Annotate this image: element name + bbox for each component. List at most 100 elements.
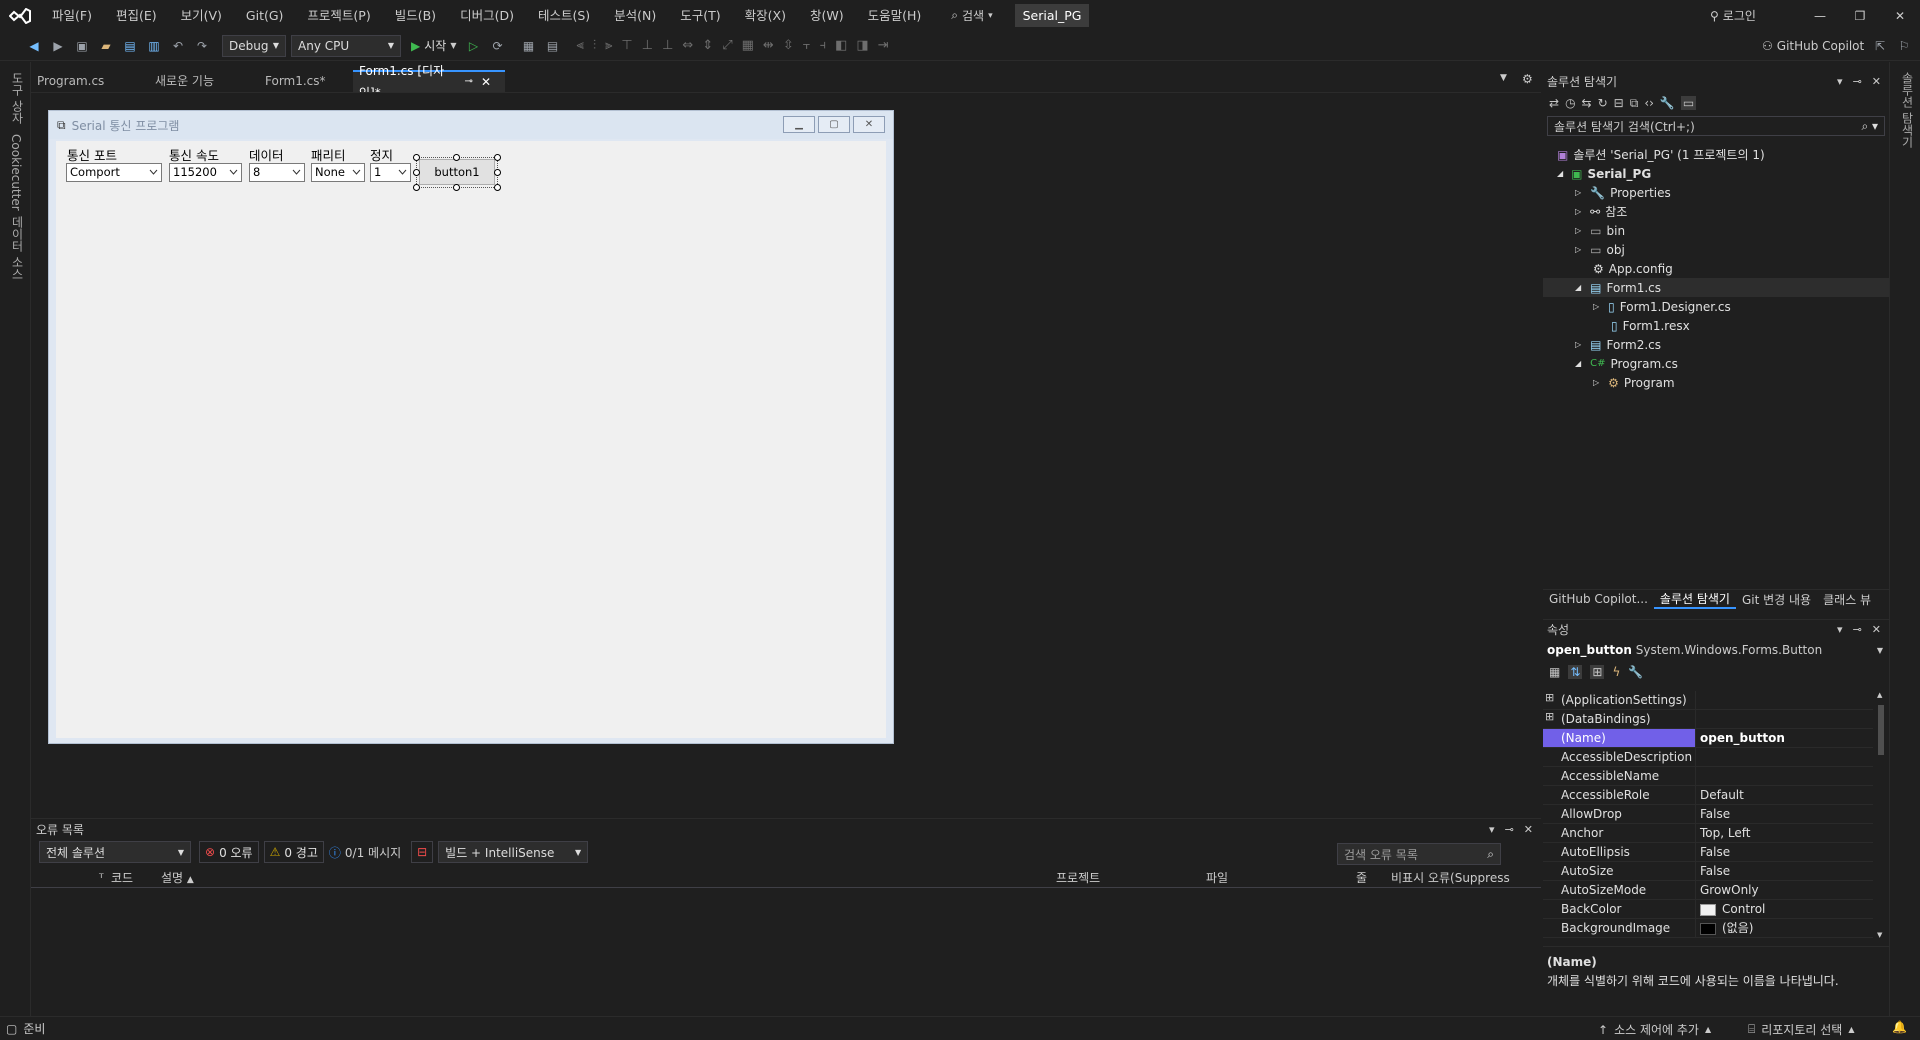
menu-git[interactable]: Git(G)	[234, 0, 296, 31]
tree-item-form1[interactable]: ◢ ▤ Form1.cs	[1543, 278, 1889, 297]
share-icon[interactable]: ⇱	[1869, 35, 1891, 57]
open-folder-icon[interactable]: ▰	[95, 35, 117, 57]
property-row[interactable]: AccessibleRole Default	[1543, 786, 1873, 805]
column-header-line[interactable]: 줄	[1356, 869, 1367, 886]
pin-icon[interactable]: ⊸	[1853, 623, 1862, 636]
view-code-icon[interactable]: ‹›	[1644, 96, 1654, 110]
property-row[interactable]: BackgroundImage (없음)	[1543, 919, 1873, 938]
winform-window[interactable]: ⧉ Serial 통신 프로그램 ▁ ▢ ✕ 통신 포트 통신 속도 데이터 패…	[48, 110, 894, 744]
undo-icon[interactable]: ↶	[167, 35, 189, 57]
errors-filter-button[interactable]: ⊗ 0 오류	[199, 841, 259, 863]
forward-icon[interactable]: ▶	[47, 35, 69, 57]
menu-tools[interactable]: 도구(T)	[668, 0, 732, 31]
tab-program-cs[interactable]: Program.cs	[31, 70, 141, 92]
property-value[interactable]	[1695, 691, 1873, 710]
h-spacing-icon[interactable]: ⇹	[763, 38, 783, 53]
tab-form1-designer[interactable]: Form1.cs [디자인]* ⊸ ✕	[353, 64, 505, 100]
solution-explorer-side-tab[interactable]: 솔루션 탐색기	[1899, 72, 1916, 148]
scroll-down-icon[interactable]: ▼	[1877, 931, 1882, 939]
chevron-down-icon[interactable]: ▾	[1837, 623, 1843, 636]
menu-file[interactable]: 파일(F)	[40, 0, 104, 31]
expand-icon[interactable]: ⊞	[1545, 691, 1554, 704]
show-all-files-icon[interactable]: ⧉	[1630, 96, 1639, 111]
align-bottoms-icon[interactable]: ⊥	[662, 38, 682, 53]
scope-select[interactable]: 전체 솔루션 ▼	[39, 841, 191, 863]
tree-item-program[interactable]: ◢ C# Program.cs	[1575, 354, 1678, 373]
tab-order-icon[interactable]: ⇥	[878, 38, 898, 53]
align-rights-icon[interactable]: ⫸	[605, 38, 621, 53]
tree-item-form1-designer[interactable]: ▷ ▯ Form1.Designer.cs	[1593, 297, 1731, 316]
open-button[interactable]: button1	[419, 159, 495, 185]
tree-project[interactable]: ◢ ▣ Serial_PG	[1557, 164, 1651, 183]
resize-handle[interactable]	[453, 154, 460, 161]
property-row[interactable]: AutoEllipsis False	[1543, 843, 1873, 862]
properties-view-icon[interactable]: ⊞	[1590, 665, 1605, 679]
menu-edit[interactable]: 편집(E)	[104, 0, 169, 31]
menu-analyze[interactable]: 분석(N)	[602, 0, 668, 31]
property-row[interactable]: AccessibleDescription	[1543, 748, 1873, 767]
preview-icon[interactable]: ▭	[1680, 96, 1697, 110]
resize-handle[interactable]	[453, 184, 460, 191]
tab-git-changes[interactable]: Git 변경 내용	[1736, 591, 1817, 608]
combo-port[interactable]: Comport	[66, 163, 162, 182]
back-icon[interactable]: ◀	[23, 35, 45, 57]
tree-item-form2[interactable]: ▷ ▤ Form2.cs	[1575, 335, 1661, 354]
combo-parity[interactable]: None	[311, 163, 365, 182]
property-value[interactable]: False	[1695, 805, 1873, 824]
property-value[interactable]: Control	[1695, 900, 1873, 919]
object-selector[interactable]: open_button System.Windows.Forms.Button …	[1543, 639, 1889, 661]
resize-handle[interactable]	[413, 184, 420, 191]
combo-stop[interactable]: 1	[370, 163, 411, 182]
property-row[interactable]: AllowDrop False	[1543, 805, 1873, 824]
restore-icon[interactable]: ❐	[1840, 9, 1880, 23]
minimize-icon[interactable]: —	[1800, 9, 1840, 23]
label-parity[interactable]: 패리티	[311, 145, 346, 164]
property-scrollbar[interactable]: ▲ ▼	[1875, 691, 1887, 941]
menu-debug[interactable]: 디버그(D)	[448, 0, 526, 31]
property-value[interactable]: Top, Left	[1695, 824, 1873, 843]
tab-list-dropdown-icon[interactable]: ▼	[1500, 73, 1507, 83]
resize-handle[interactable]	[494, 169, 501, 176]
visual-studio-logo-icon[interactable]	[0, 0, 40, 31]
property-value[interactable]: (없음)	[1695, 919, 1873, 938]
menu-help[interactable]: 도움말(H)	[856, 0, 934, 31]
center-v-icon[interactable]: ⫞	[820, 38, 836, 53]
close-icon[interactable]: ✕	[1880, 9, 1920, 23]
build-filter-icon[interactable]: ⊟	[411, 841, 434, 863]
notifications-icon[interactable]: 🔔	[1892, 1020, 1907, 1034]
property-value[interactable]	[1695, 767, 1873, 786]
same-size-icon[interactable]: ⤢	[722, 38, 741, 53]
scroll-thumb[interactable]	[1878, 705, 1884, 755]
v-spacing-icon[interactable]: ⇳	[783, 38, 803, 53]
pin-icon[interactable]: ⊸	[1505, 823, 1514, 836]
align-middles-icon[interactable]: ⊥	[642, 38, 662, 53]
close-icon[interactable]: ✕	[481, 71, 491, 93]
resize-handle[interactable]	[494, 184, 501, 191]
align-centers-icon[interactable]: ⫶	[593, 38, 605, 53]
tab-class-view[interactable]: 클래스 뷰	[1817, 591, 1877, 608]
hot-reload-icon[interactable]: ⟳	[486, 35, 508, 57]
warnings-filter-button[interactable]: ⚠ 0 경고	[263, 841, 324, 863]
build-filter-select[interactable]: 빌드 + IntelliSense ▼	[438, 841, 589, 863]
error-search-input[interactable]: 검색 오류 목록 ⌕	[1337, 843, 1501, 865]
resize-handle[interactable]	[413, 154, 420, 161]
center-h-icon[interactable]: ⫟	[803, 38, 820, 53]
platform-select[interactable]: Any CPU ▼	[291, 34, 401, 57]
column-header-code[interactable]: 코드	[111, 869, 133, 886]
tree-item-bin[interactable]: ▷ ▭ bin	[1575, 221, 1625, 240]
label-stop[interactable]: 정지	[370, 145, 393, 164]
resize-handle[interactable]	[494, 154, 501, 161]
same-height-icon[interactable]: ⇕	[702, 38, 722, 53]
column-header-description[interactable]: 설명 ▲	[161, 869, 194, 886]
grid-icon[interactable]: ▦	[742, 38, 763, 53]
menu-test[interactable]: 테스트(S)	[526, 0, 602, 31]
events-icon[interactable]: ϟ	[1612, 665, 1620, 679]
property-value[interactable]: False	[1695, 862, 1873, 881]
tab-solution-explorer[interactable]: 솔루션 탐색기	[1653, 590, 1736, 609]
history-icon[interactable]: ◷	[1565, 96, 1575, 110]
menu-project[interactable]: 프로젝트(P)	[295, 0, 382, 31]
login-button[interactable]: ⚲ 로그인	[1710, 0, 1756, 31]
tree-item-program-class[interactable]: ▷ ⚙ Program	[1593, 373, 1675, 392]
tree-item-appconfig[interactable]: ⚙ App.config	[1593, 259, 1673, 278]
property-value[interactable]: False	[1695, 843, 1873, 862]
